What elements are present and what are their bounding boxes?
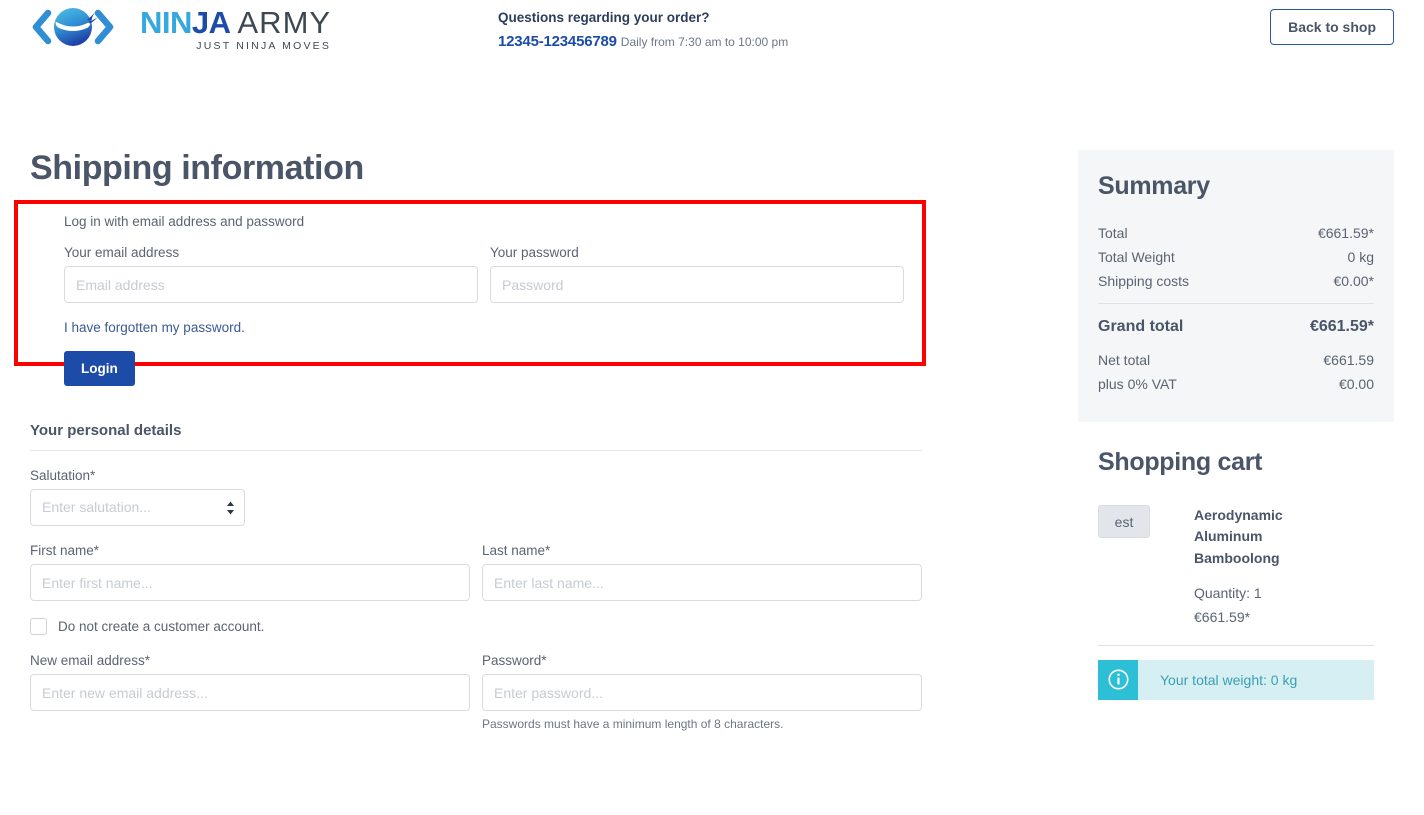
summary-row: Shipping costs €0.00* <box>1098 269 1374 293</box>
logo-tagline: JUST NINJA MOVES <box>196 40 332 52</box>
last-name-input[interactable] <box>482 564 922 601</box>
contact-hours: Daily from 7:30 am to 10:00 pm <box>620 34 789 49</box>
forgot-password-link[interactable]: I have forgotten my password. <box>64 320 245 335</box>
summary-divider <box>1098 303 1374 304</box>
grand-total-row: Grand total €661.59* <box>1098 316 1374 348</box>
cart-item-quantity: Quantity: 1 <box>1194 584 1262 601</box>
login-panel-highlighted: Log in with email address and password Y… <box>14 200 926 386</box>
summary-title: Summary <box>1098 172 1210 200</box>
cart-item-name[interactable]: Aerodynamic Aluminum Bamboolong <box>1194 505 1324 569</box>
order-sidebar: Summary Total €661.59* Total Weight 0 kg… <box>1078 150 1394 700</box>
summary-row: Total €661.59* <box>1098 221 1374 245</box>
logo-word-nin: NIN <box>140 5 192 40</box>
site-logo[interactable]: NINJA ARMY JUST NINJA MOVES <box>30 6 331 52</box>
checkout-form-column: Shipping information Log in with email a… <box>14 149 926 731</box>
summary-row: Total Weight 0 kg <box>1098 245 1374 269</box>
shopping-cart-title: Shopping cart <box>1098 448 1263 476</box>
summary-row: Net total €661.59 <box>1098 348 1374 372</box>
no-account-row: Do not create a customer account. <box>30 618 922 635</box>
first-name-input[interactable] <box>30 564 470 601</box>
new-email-input[interactable] <box>30 674 470 711</box>
summary-row-label: Total <box>1098 225 1128 241</box>
contact-phone[interactable]: 12345-123456789 <box>498 33 617 50</box>
summary-panel: Summary Total €661.59* Total Weight 0 kg… <box>1078 150 1394 422</box>
login-password-input[interactable] <box>490 266 904 303</box>
contact-info: Questions regarding your order? 12345-12… <box>498 8 788 52</box>
salutation-label: Salutation* <box>30 468 96 483</box>
new-email-label: New email address* <box>30 653 151 668</box>
logo-wordmark: NINJA ARMY JUST NINJA MOVES <box>140 7 331 52</box>
new-email-group: New email address* <box>30 653 470 731</box>
new-password-input[interactable] <box>482 674 922 711</box>
ninja-head-logo-icon <box>32 8 114 46</box>
summary-row-value: €0.00* <box>1333 273 1374 289</box>
login-password-group: Your password <box>490 245 904 303</box>
summary-row-value: €0.00 <box>1338 376 1374 392</box>
personal-details-title: Your personal details <box>30 422 922 451</box>
summary-row-label: Net total <box>1098 352 1151 368</box>
password-help-text: Passwords must have a minimum length of … <box>482 717 784 731</box>
checkout-page: NINJA ARMY JUST NINJA MOVES Questions re… <box>0 0 1424 815</box>
cart-divider <box>1098 644 1374 646</box>
summary-row-label: Shipping costs <box>1098 273 1190 289</box>
no-account-checkbox[interactable] <box>30 618 47 635</box>
site-header: NINJA ARMY JUST NINJA MOVES Questions re… <box>0 0 1424 58</box>
login-email-group: Your email address <box>64 245 478 303</box>
new-password-label: Password* <box>482 653 547 668</box>
login-password-label: Your password <box>490 245 579 260</box>
salutation-select[interactable]: Enter salutation... <box>30 489 245 526</box>
summary-row-label: Total Weight <box>1098 249 1175 265</box>
info-icon <box>1098 659 1138 700</box>
total-weight-alert-text: Your total weight: 0 kg <box>1160 671 1298 688</box>
last-name-label: Last name* <box>482 543 551 558</box>
summary-row-value: 0 kg <box>1347 249 1374 265</box>
logo-word-army: ARMY <box>237 5 332 40</box>
last-name-group: Last name* <box>482 543 922 601</box>
back-to-shop-button[interactable]: Back to shop <box>1270 9 1394 45</box>
page-title: Shipping information <box>30 149 364 187</box>
grand-total-label: Grand total <box>1098 318 1184 335</box>
shopping-cart-section: Shopping cart est Aerodynamic Aluminum B… <box>1078 422 1394 700</box>
summary-row-label: plus 0% VAT <box>1098 376 1177 392</box>
contact-title: Questions regarding your order? <box>498 10 710 25</box>
new-password-group: Password* Passwords must have a minimum … <box>482 653 922 731</box>
login-email-input[interactable] <box>64 266 478 303</box>
login-email-label: Your email address <box>64 245 180 260</box>
personal-details-section: Your personal details Salutation* Enter … <box>30 422 922 731</box>
cart-item: est Aerodynamic Aluminum Bamboolong Quan… <box>1098 505 1374 625</box>
cart-item-thumbnail[interactable]: est <box>1098 505 1150 538</box>
login-hint: Log in with email address and password <box>64 214 305 229</box>
summary-row-value: €661.59* <box>1317 225 1374 241</box>
summary-row: plus 0% VAT €0.00 <box>1098 372 1374 396</box>
cart-item-price: €661.59* <box>1194 608 1251 625</box>
logo-word-ja: JA <box>191 5 230 40</box>
salutation-group: Salutation* Enter salutation... <box>30 468 922 526</box>
no-account-label[interactable]: Do not create a customer account. <box>58 619 264 634</box>
total-weight-alert: Your total weight: 0 kg <box>1098 659 1374 700</box>
grand-total-value: €661.59* <box>1309 318 1374 335</box>
summary-row-value: €661.59 <box>1323 352 1374 368</box>
login-button[interactable]: Login <box>64 351 135 386</box>
first-name-group: First name* <box>30 543 470 601</box>
first-name-label: First name* <box>30 543 100 558</box>
